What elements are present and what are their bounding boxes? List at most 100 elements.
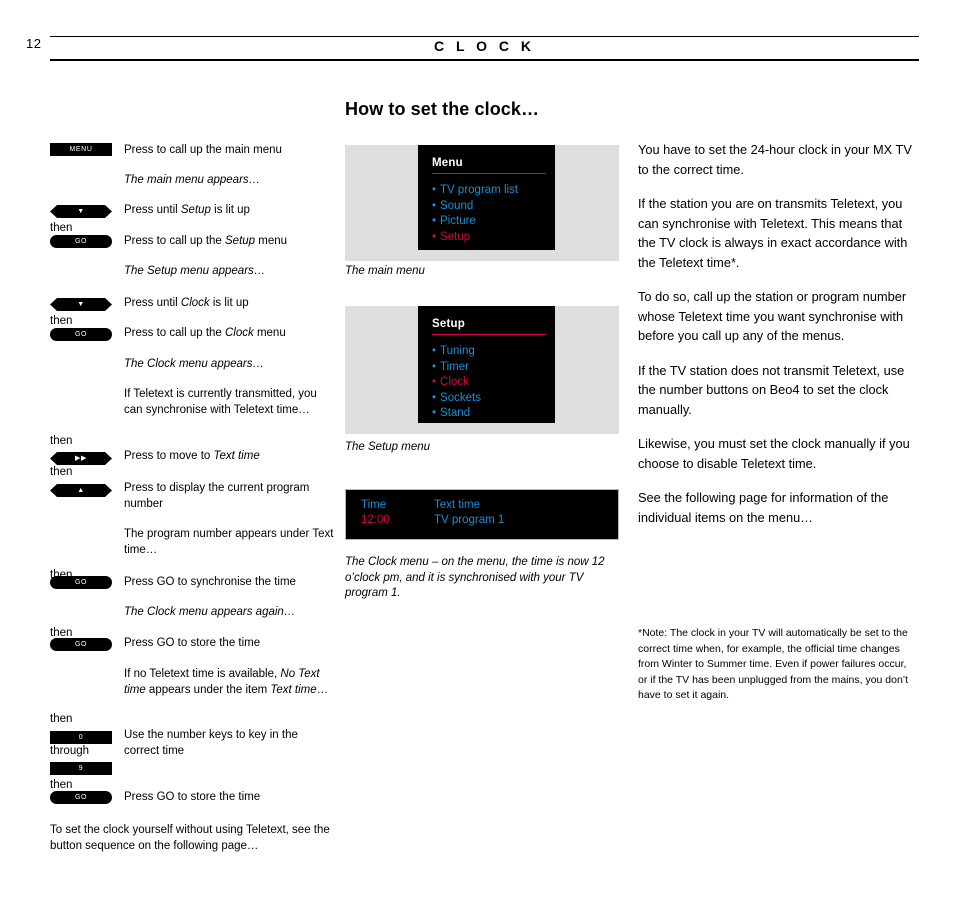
closing-note: To set the clock yourself without using … xyxy=(50,824,330,852)
menu-item[interactable]: • Stand xyxy=(432,406,555,422)
setup-menu-caption: The Setup menu xyxy=(345,441,431,453)
page-header: 12 C L O C K xyxy=(0,0,954,70)
explanatory-text-column: You have to set the 24-hour clock in you… xyxy=(638,140,916,542)
sequence-instruction: Press to move to Text time xyxy=(124,450,260,462)
sequence-instruction: If no Teletext time is available, No Tex… xyxy=(124,668,329,696)
bullet-icon: • xyxy=(432,391,437,404)
menu-item-label: Stand xyxy=(440,407,471,419)
body-paragraph: If the station you are on transmits Tele… xyxy=(638,196,908,270)
bullet-icon: • xyxy=(432,199,437,212)
bullet-icon: • xyxy=(432,360,437,373)
button-label: ▶▶ xyxy=(75,455,87,462)
main-menu-title: Menu xyxy=(432,157,463,169)
menu-item-label: Timer xyxy=(440,360,469,373)
clock-menu-caption: The Clock menu – on the menu, the time i… xyxy=(345,556,605,599)
button-label: GO xyxy=(74,579,88,586)
sequence-instruction: Press to call up the Clock menu xyxy=(124,327,286,339)
body-paragraph: You have to set the 24-hour clock in you… xyxy=(638,142,912,177)
setup-menu-figure: Setup • Tuning • Timer • Clock • Sockets • Stand xyxy=(345,306,619,434)
fast-forward-button[interactable]: ▶▶ xyxy=(50,452,112,465)
go-button[interactable]: GO xyxy=(50,576,112,589)
go-button[interactable]: GO xyxy=(50,791,112,804)
clock-menu-screen: Time 12:00 Text time TV program 1 xyxy=(345,489,619,540)
setup-menu-underline xyxy=(432,334,546,335)
setup-menu-title: Setup xyxy=(432,318,465,330)
emphasis: Text time xyxy=(213,450,260,462)
button-label: ▼ xyxy=(77,208,85,215)
go-button[interactable]: GO xyxy=(50,638,112,651)
page-number: 12 xyxy=(26,36,42,51)
sequence-instruction: Press GO to store the time xyxy=(124,791,261,803)
sequence-connector-label: then xyxy=(50,435,73,447)
menu-button[interactable]: MENU xyxy=(50,143,112,156)
section-heading: How to set the clock… xyxy=(345,99,540,119)
menu-item-label: Clock xyxy=(440,376,469,388)
up-arrow-button[interactable]: ▲ xyxy=(50,484,112,497)
go-button[interactable]: GO xyxy=(50,235,112,248)
clock-menu-time-value: 12:00 xyxy=(361,514,390,526)
clock-menu-texttime-header: Text time xyxy=(434,499,481,511)
clock-menu-texttime-value: TV program 1 xyxy=(434,514,505,526)
button-label: GO xyxy=(74,794,88,801)
sequence-instruction: Press GO to synchronise the time xyxy=(124,576,296,588)
emphasis: Setup xyxy=(225,235,256,247)
go-button[interactable]: GO xyxy=(50,328,112,341)
sequence-connector-label: then xyxy=(50,713,73,725)
header-rule-bottom xyxy=(50,59,919,61)
main-menu-underline xyxy=(432,173,546,174)
number-0-button[interactable]: 0 xyxy=(50,731,112,744)
button-label: GO xyxy=(74,641,88,648)
button-label: GO xyxy=(74,238,88,245)
menu-item[interactable]: • Tuning xyxy=(432,344,555,360)
body-paragraph: See the following page for information o… xyxy=(638,490,889,525)
button-label: 9 xyxy=(78,765,84,772)
main-menu-screen: Menu • TV program list • Sound • Picture • Setu… xyxy=(418,145,555,250)
setup-menu-item-list: • Tuning • Timer • Clock • Sockets • Stand xyxy=(432,344,555,422)
sequence-connector-label: then xyxy=(50,222,73,234)
emphasis: Text time xyxy=(270,683,317,696)
sequence-connector-label: then xyxy=(50,315,73,327)
sequence-result-note: The main menu appears… xyxy=(124,174,261,186)
menu-item-label: Setup xyxy=(440,230,471,243)
down-arrow-button[interactable]: ▼ xyxy=(50,298,112,311)
header-rule-top xyxy=(50,36,919,37)
button-label: 0 xyxy=(78,734,84,741)
body-paragraph: Likewise, you must set the clock manuall… xyxy=(638,436,910,471)
number-9-button[interactable]: 9 xyxy=(50,762,112,775)
body-paragraph: If the TV station does not transmit Tele… xyxy=(638,362,905,417)
menu-item-label: Sockets xyxy=(440,391,481,404)
footnote: *Note: The clock in your TV will automat… xyxy=(638,627,909,701)
menu-item[interactable]: • Picture xyxy=(432,214,555,230)
bullet-icon: • xyxy=(432,230,437,243)
sequence-result-note: The Clock menu appears… xyxy=(124,358,264,370)
bullet-icon: • xyxy=(432,407,437,419)
button-label: MENU xyxy=(69,146,93,153)
page-title: C L O C K xyxy=(433,38,536,54)
body-paragraph: To do so, call up the station or program… xyxy=(638,289,907,343)
menu-item[interactable]: • Setup xyxy=(432,230,555,246)
bullet-icon: • xyxy=(432,184,437,196)
button-label: GO xyxy=(74,331,88,338)
sequence-result-note: The Clock menu appears again… xyxy=(124,606,296,618)
sequence-instruction: Press until Clock is lit up xyxy=(124,297,249,309)
menu-item-label: Sound xyxy=(440,199,474,212)
sequence-instruction: If Teletext is currently transmitted, yo… xyxy=(124,388,317,416)
menu-item[interactable]: • TV program list xyxy=(432,183,555,199)
menu-item[interactable]: • Sockets xyxy=(432,391,555,407)
sequence-connector-label: through xyxy=(50,745,90,757)
down-arrow-button[interactable]: ▼ xyxy=(50,205,112,218)
main-menu-item-list: • TV program list • Sound • Picture • Setup xyxy=(432,183,555,245)
menu-item[interactable]: • Timer xyxy=(432,360,555,376)
clock-menu-time-header: Time xyxy=(361,499,387,511)
sequence-connector-label: then xyxy=(50,466,73,478)
sequence-instruction: Press GO to store the time xyxy=(124,637,261,649)
menu-item-label: TV program list xyxy=(440,184,518,196)
menu-item[interactable]: • Sound xyxy=(432,199,555,215)
sequence-instruction: The program number appears under Text ti… xyxy=(124,528,334,556)
sequence-instruction: Use the number keys to key in the correc… xyxy=(124,729,298,757)
menu-item-label: Picture xyxy=(440,215,476,227)
sequence-instruction: Press to display the current program num… xyxy=(124,482,310,510)
button-label: ▼ xyxy=(77,301,85,308)
bullet-icon: • xyxy=(432,376,437,388)
menu-item[interactable]: • Clock xyxy=(432,375,555,391)
